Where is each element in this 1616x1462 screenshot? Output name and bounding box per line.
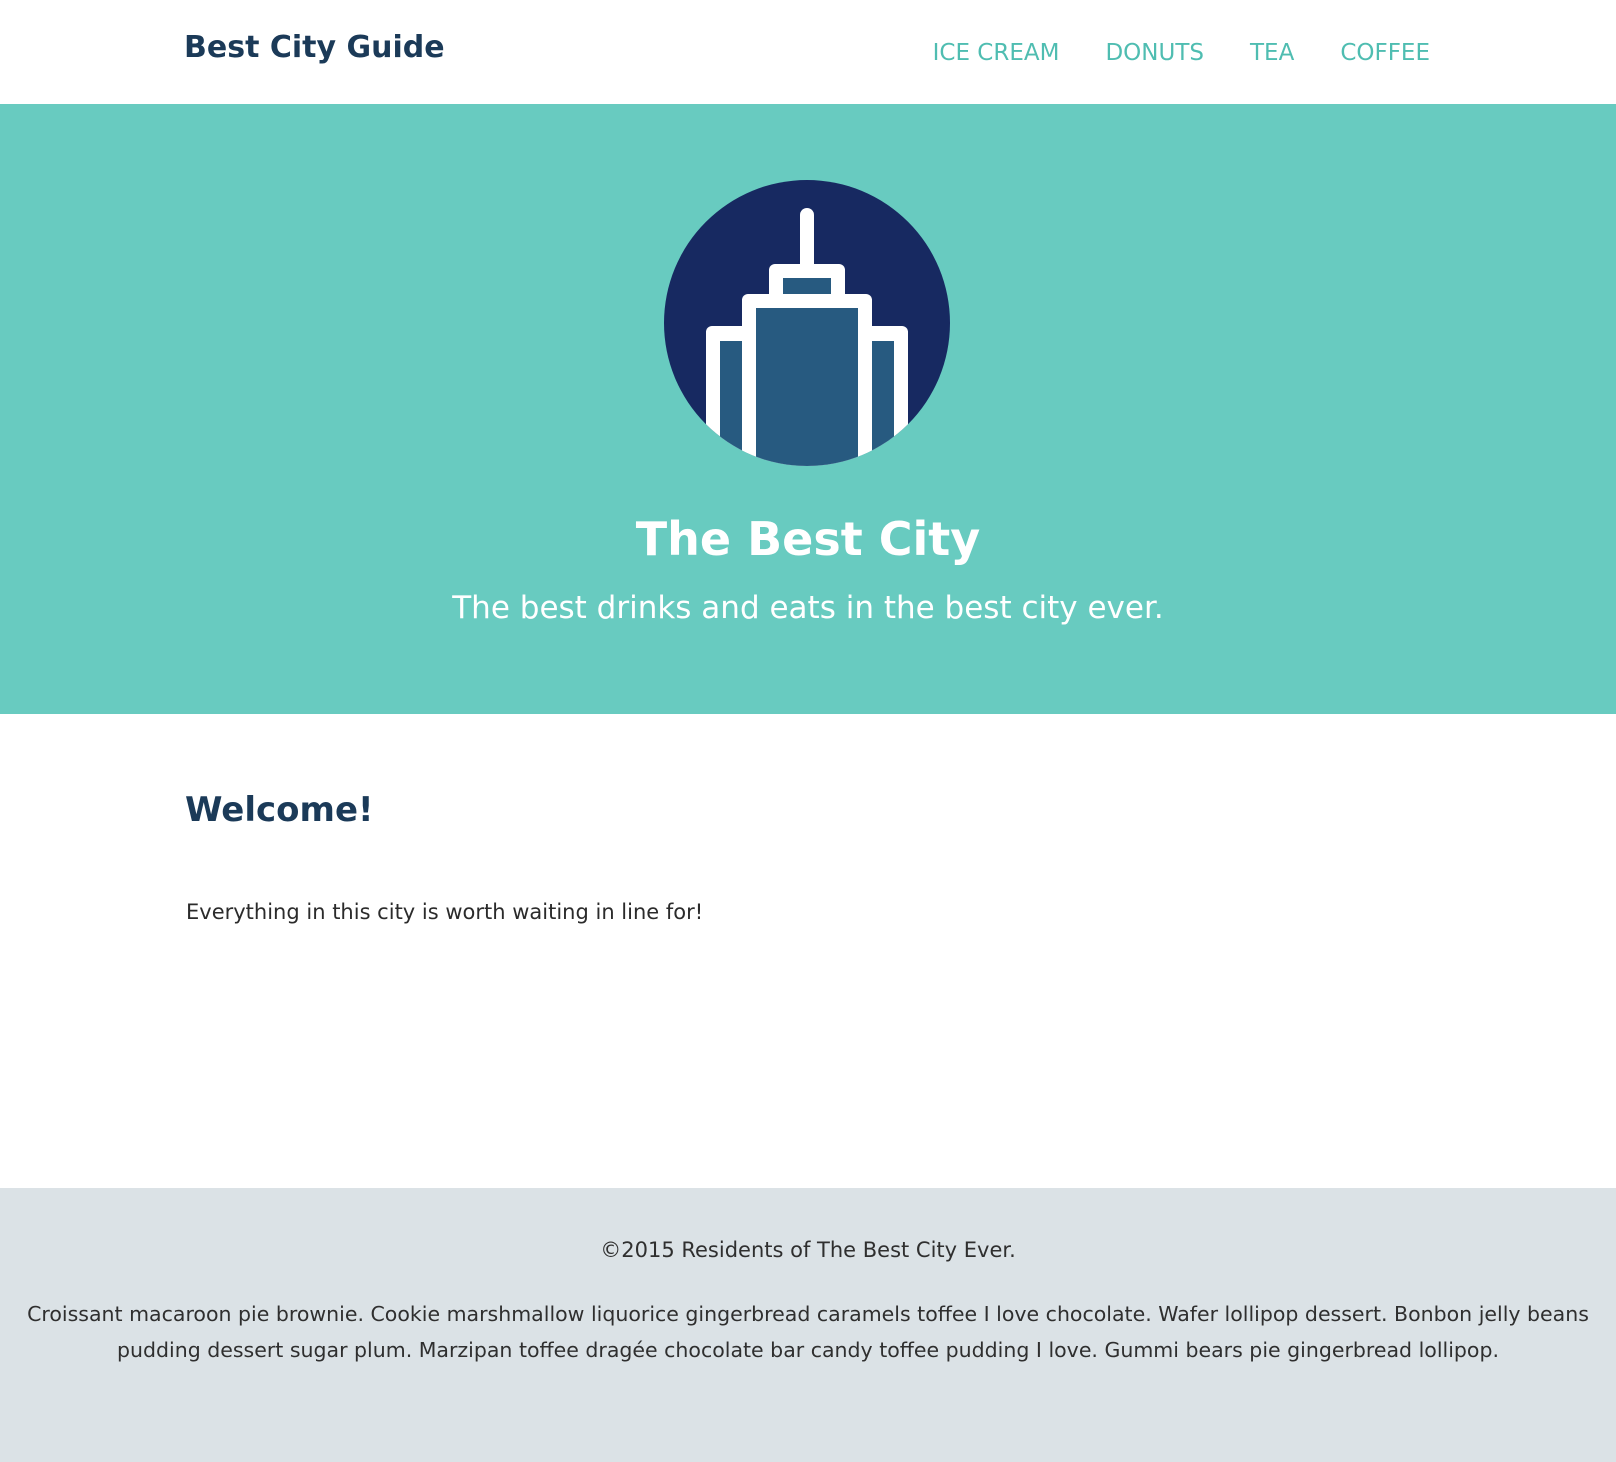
nav-link-coffee[interactable]: COFFEE — [1340, 40, 1430, 66]
page: Best City Guide ICE CREAM DONUTS TEA COF… — [0, 0, 1616, 1462]
copyright-text: ©2015 Residents of The Best City Ever. — [600, 1238, 1016, 1262]
welcome-text: Everything in this city is worth waiting… — [186, 900, 704, 924]
nav-link-tea[interactable]: TEA — [1250, 40, 1294, 66]
navbar: Best City Guide ICE CREAM DONUTS TEA COF… — [0, 0, 1616, 104]
nav-link-ice-cream[interactable]: ICE CREAM — [933, 40, 1060, 66]
footer-text: Croissant macaroon pie brownie. Cookie m… — [27, 1302, 1589, 1362]
nav-link-donuts[interactable]: DONUTS — [1105, 40, 1204, 66]
footer: ©2015 Residents of The Best City Ever. C… — [0, 1188, 1616, 1462]
main-content: Welcome! Everything in this city is wort… — [0, 714, 1616, 1188]
nav-links: ICE CREAM DONUTS TEA COFFEE — [887, 40, 1430, 66]
hero-title: The Best City — [635, 512, 981, 566]
brand-link[interactable]: Best City Guide — [184, 30, 445, 65]
skyscraper-icon — [664, 180, 950, 466]
welcome-heading: Welcome! — [185, 790, 374, 830]
hero-subtitle: The best drinks and eats in the best cit… — [452, 590, 1164, 626]
hero: The Best City The best drinks and eats i… — [0, 104, 1616, 714]
